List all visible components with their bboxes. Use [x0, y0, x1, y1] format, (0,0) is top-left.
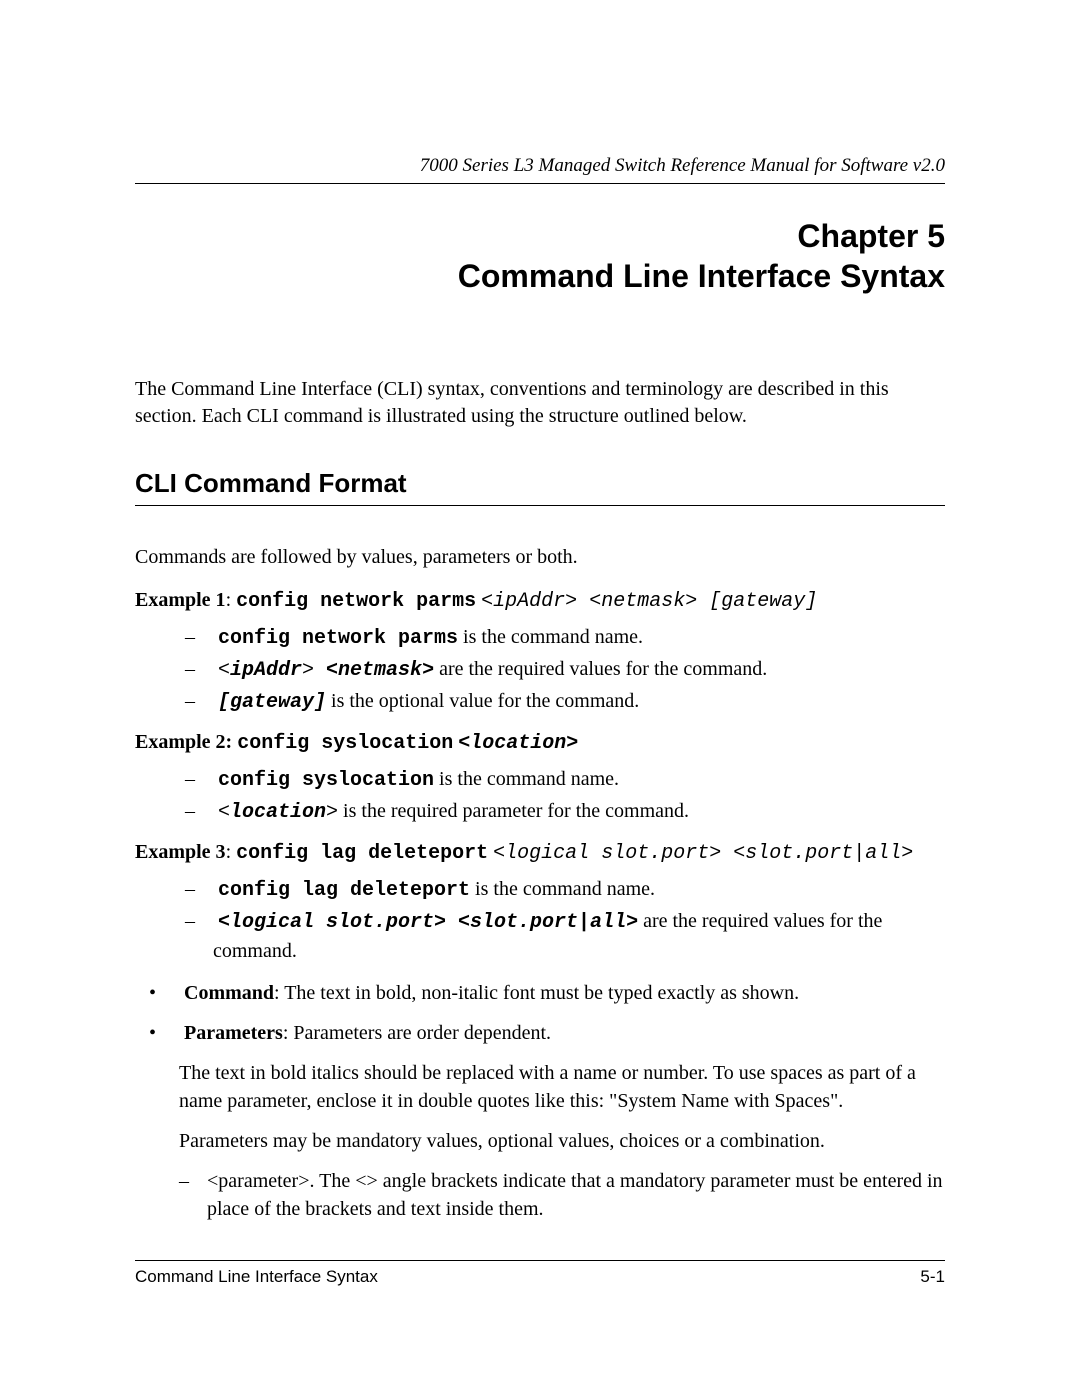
chapter-number: Chapter 5 [797, 218, 945, 254]
example1-label: Example 1 [135, 589, 226, 611]
intro-paragraph: The Command Line Interface (CLI) syntax,… [135, 376, 945, 430]
chapter-title: Chapter 5 Command Line Interface Syntax [135, 216, 945, 296]
page: 7000 Series L3 Managed Switch Reference … [0, 0, 1080, 1397]
example1-details: config network parms is the command name… [185, 623, 945, 717]
inner-dash-list: <parameter>. The <> angle brackets indic… [179, 1167, 945, 1223]
list-item: [gateway] is the optional value for the … [185, 687, 945, 717]
example2-line: Example 2: config syslocation <location> [135, 731, 945, 755]
example3-label: Example 3 [135, 841, 226, 863]
list-item: <logical slot.port> <slot.port|all> are … [185, 907, 945, 965]
example3-line: Example 3: config lag deleteport <logica… [135, 841, 945, 865]
footer-page-number: 5-1 [920, 1267, 945, 1287]
list-item: config syslocation is the command name. [185, 765, 945, 795]
lead-paragraph: Commands are followed by values, paramet… [135, 544, 945, 571]
example3-details: config lag deleteport is the command nam… [185, 875, 945, 965]
example3-cmd: config lag deleteport [236, 842, 488, 865]
list-item: <ipAddr> <netmask> are the required valu… [185, 655, 945, 685]
list-item: config lag deleteport is the command nam… [185, 875, 945, 905]
list-item: Command: The text in bold, non-italic fo… [149, 979, 945, 1007]
example2-cmd: config syslocation [237, 732, 453, 755]
manual-title: 7000 Series L3 Managed Switch Reference … [420, 155, 945, 176]
example2-label: Example 2: [135, 731, 232, 753]
section-heading: CLI Command Format [135, 468, 945, 506]
example2-details: config syslocation is the command name. … [185, 765, 945, 827]
running-header: 7000 Series L3 Managed Switch Reference … [135, 155, 945, 184]
notes-list: Command: The text in bold, non-italic fo… [149, 979, 945, 1223]
list-item: Parameters: Parameters are order depende… [149, 1019, 945, 1223]
example1-cmd: config network parms [236, 590, 476, 613]
list-item: <parameter>. The <> angle brackets indic… [179, 1167, 945, 1223]
example1-args: <ipAddr> <netmask> [gateway] [481, 590, 817, 613]
example3-args: <logical slot.port> <slot.port|all> [493, 842, 913, 865]
example1-line: Example 1: config network parms <ipAddr>… [135, 589, 945, 613]
footer-left: Command Line Interface Syntax [135, 1267, 378, 1287]
list-item: <location> is the required parameter for… [185, 797, 945, 827]
chapter-name: Command Line Interface Syntax [458, 258, 945, 294]
list-item: config network parms is the command name… [185, 623, 945, 653]
footer: Command Line Interface Syntax 5-1 [135, 1260, 945, 1287]
